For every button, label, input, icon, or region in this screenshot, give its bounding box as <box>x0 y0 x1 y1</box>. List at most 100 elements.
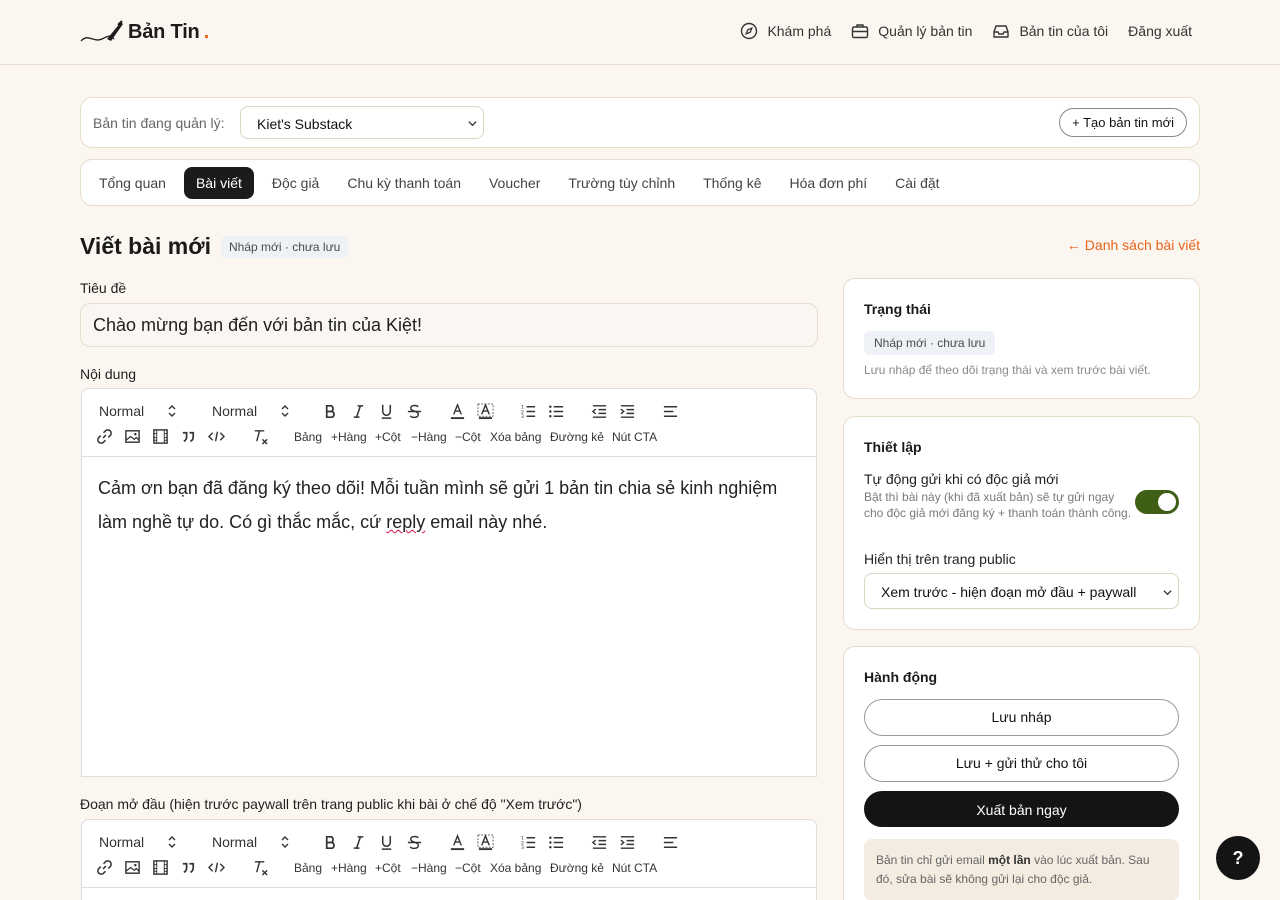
code-button[interactable] <box>208 859 225 876</box>
nav-manage[interactable]: Quản lý bản tin <box>851 22 972 40</box>
tab-item[interactable]: Chu kỳ thanh toán <box>337 167 471 199</box>
save-and-test-button[interactable]: Lưu + gửi thử cho tôi <box>864 745 1179 782</box>
status-hint: Lưu nháp để theo dõi trạng thái và xem t… <box>864 363 1151 377</box>
cta-button[interactable]: Nút CTA <box>612 430 657 444</box>
svg-text:3: 3 <box>521 845 524 851</box>
heading-select[interactable]: Normal <box>99 834 176 850</box>
tab-item[interactable]: Hóa đơn phí <box>779 167 877 199</box>
ordered-list-button[interactable]: 123 <box>520 834 537 851</box>
delete-table-button[interactable]: Xóa bảng <box>490 861 541 875</box>
status-badge: Nháp mới · chưa lưu <box>221 236 349 258</box>
add-row-button[interactable]: +Hàng <box>331 430 367 444</box>
link-button[interactable] <box>96 428 113 445</box>
help-button[interactable]: ? <box>1216 836 1260 880</box>
bullet-list-button[interactable] <box>548 403 565 420</box>
autosend-toggle[interactable] <box>1135 490 1179 514</box>
blockquote-button[interactable] <box>180 859 197 876</box>
indent-button[interactable] <box>619 834 636 851</box>
main-nav: Khám phá Quản lý bản tin Bản tin của tôi… <box>740 22 1192 40</box>
text-color-button[interactable] <box>449 834 466 851</box>
back-to-list-link[interactable]: ← Danh sách bài viết <box>1067 237 1200 253</box>
video-icon <box>153 860 168 875</box>
size-select[interactable]: Normal <box>212 834 289 850</box>
clear-format-button[interactable] <box>252 428 269 445</box>
tab-item[interactable]: Cài đặt <box>885 167 949 199</box>
create-newsletter-button[interactable]: + Tạo bản tin mới <box>1059 108 1187 137</box>
content-editor-body[interactable]: Cảm ơn bạn đã đăng ký theo dõi! Mỗi tuần… <box>82 457 816 553</box>
delete-table-button[interactable]: Xóa bảng <box>490 430 541 444</box>
tab-item[interactable]: Tổng quan <box>89 167 176 199</box>
blockquote-button[interactable] <box>180 428 197 445</box>
ordered-list-button[interactable]: 123 <box>520 403 537 420</box>
nav-discover[interactable]: Khám phá <box>740 22 831 40</box>
add-column-button[interactable]: +Cột <box>375 430 401 444</box>
bullet-list-button[interactable] <box>548 834 565 851</box>
strike-button[interactable] <box>406 834 423 851</box>
table-button[interactable]: Bảng <box>294 430 322 444</box>
status-title: Trạng thái <box>864 301 931 317</box>
brand-name: Bản Tin <box>128 20 200 43</box>
sort-icon <box>168 836 176 848</box>
strike-button[interactable] <box>406 403 423 420</box>
intro-editor: Normal Normal 123 Bảng +Hàng +Cột −Hàng … <box>81 819 817 900</box>
tab-item[interactable]: Thống kê <box>693 167 771 199</box>
logo[interactable]: Bản Tin. <box>80 19 209 45</box>
public-display-select[interactable]: Xem trước - hiện đoạn mở đầu + paywall <box>864 573 1179 609</box>
title-input[interactable]: Chào mừng bạn đến với bản tin của Kiệt! <box>80 303 818 347</box>
horizontal-rule-button[interactable]: Đường kẻ <box>550 430 604 444</box>
newsletter-select[interactable]: Kiet's Substack <box>240 106 484 139</box>
tab-item[interactable]: Trường tùy chỉnh <box>558 167 685 199</box>
table-button[interactable]: Bảng <box>294 861 322 875</box>
text-color-button[interactable] <box>449 403 466 420</box>
bold-button[interactable] <box>322 834 339 851</box>
delete-column-button[interactable]: −Cột <box>455 430 481 444</box>
chevron-down-icon <box>468 121 477 127</box>
bold-button[interactable] <box>322 403 339 420</box>
video-button[interactable] <box>152 428 169 445</box>
link-button[interactable] <box>96 859 113 876</box>
heading-select[interactable]: Normal <box>99 403 176 419</box>
nav-logout[interactable]: Đăng xuất <box>1128 23 1192 39</box>
save-draft-button[interactable]: Lưu nháp <box>864 699 1179 736</box>
add-row-button[interactable]: +Hàng <box>331 861 367 875</box>
background-color-button[interactable] <box>477 834 494 851</box>
italic-button[interactable] <box>350 403 367 420</box>
indent-button[interactable] <box>619 403 636 420</box>
cta-button[interactable]: Nút CTA <box>612 861 657 875</box>
align-left-icon <box>663 406 678 417</box>
tab-item[interactable]: Độc giả <box>262 167 329 199</box>
page-title: Viết bài mới <box>80 233 211 259</box>
delete-row-button[interactable]: −Hàng <box>411 430 447 444</box>
outdent-icon <box>591 836 607 849</box>
outdent-button[interactable] <box>591 403 608 420</box>
image-button[interactable] <box>124 428 141 445</box>
underline-button[interactable] <box>378 403 395 420</box>
underline-button[interactable] <box>378 834 395 851</box>
font-color-icon <box>450 834 465 851</box>
horizontal-rule-button[interactable]: Đường kẻ <box>550 861 604 875</box>
quote-icon <box>182 862 195 874</box>
ordered-list-icon: 123 <box>521 836 536 851</box>
code-button[interactable] <box>208 428 225 445</box>
outdent-button[interactable] <box>591 834 608 851</box>
italic-button[interactable] <box>350 834 367 851</box>
video-button[interactable] <box>152 859 169 876</box>
strikethrough-icon <box>407 835 422 850</box>
clear-format-button[interactable] <box>252 859 269 876</box>
title-label: Tiêu đề <box>80 280 127 296</box>
align-button[interactable] <box>662 403 679 420</box>
background-color-button[interactable] <box>477 403 494 420</box>
image-button[interactable] <box>124 859 141 876</box>
publish-button[interactable]: Xuất bản ngay <box>864 791 1179 827</box>
compass-icon <box>741 22 758 40</box>
delete-column-button[interactable]: −Cột <box>455 861 481 875</box>
add-column-button[interactable]: +Cột <box>375 861 401 875</box>
tab-item[interactable]: Bài viết <box>183 167 254 199</box>
nav-my-newsletters[interactable]: Bản tin của tôi <box>992 22 1108 40</box>
delete-row-button[interactable]: −Hàng <box>411 861 447 875</box>
status-badge: Nháp mới · chưa lưu <box>864 331 996 355</box>
tab-item[interactable]: Voucher <box>479 167 550 199</box>
align-button[interactable] <box>662 834 679 851</box>
selector-label: Bản tin đang quản lý: <box>93 115 225 131</box>
size-select[interactable]: Normal <box>212 403 289 419</box>
